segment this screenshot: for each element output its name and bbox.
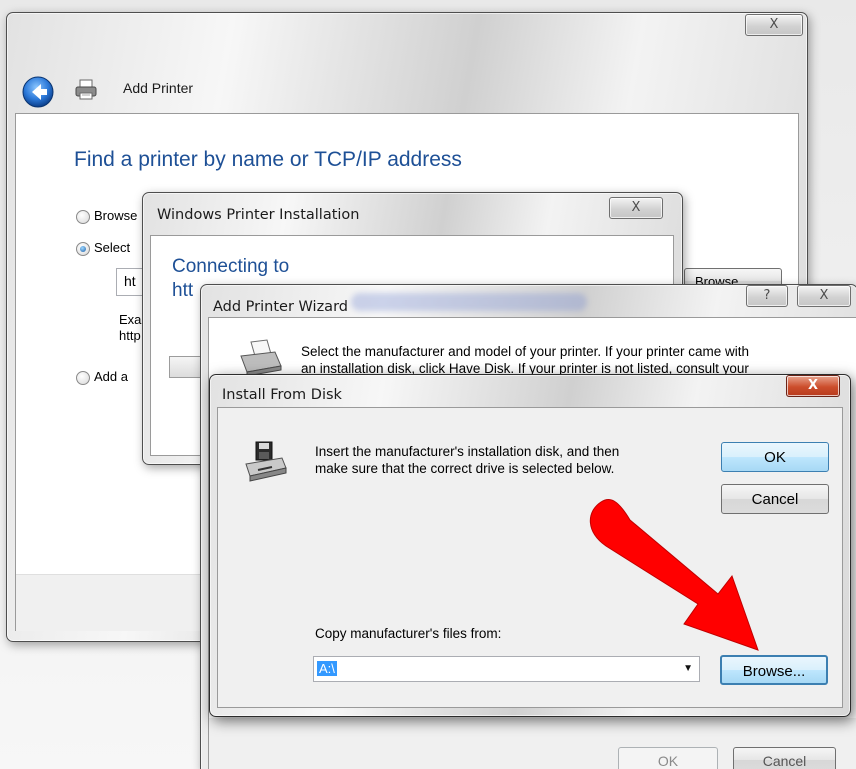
floppy-disk-drive-icon bbox=[242, 440, 288, 482]
page-heading: Find a printer by name or TCP/IP address bbox=[74, 148, 462, 171]
wizard-instruction-line1: Select the manufacturer and model of you… bbox=[301, 344, 749, 359]
wizard-title-blurred-url bbox=[351, 293, 587, 311]
red-arrow-annotation bbox=[580, 486, 780, 666]
printer-icon bbox=[73, 77, 99, 103]
add-printer-close-button[interactable]: X bbox=[745, 14, 803, 36]
copy-from-label: Copy manufacturer's files from: bbox=[315, 626, 502, 641]
printer-installation-close-button[interactable]: X bbox=[609, 197, 663, 219]
source-path-value: A:\ bbox=[317, 661, 337, 676]
radio-browse-label: Browse bbox=[94, 208, 138, 223]
example-url: http bbox=[119, 328, 141, 343]
example-label: Exa bbox=[119, 312, 142, 327]
url-input-value: ht bbox=[124, 273, 136, 289]
wizard-ok-button[interactable]: OK bbox=[618, 747, 718, 769]
wizard-cancel-button[interactable]: Cancel bbox=[733, 747, 836, 769]
wizard-help-button[interactable]: ? bbox=[746, 285, 788, 307]
install-disk-message-line1: Insert the manufacturer's installation d… bbox=[315, 444, 620, 459]
install-disk-close-button[interactable]: X bbox=[786, 375, 840, 397]
radio-add-label: Add a bbox=[94, 369, 128, 384]
radio-browse[interactable] bbox=[76, 210, 90, 224]
screenshot-canvas: X Add Printer Find a printer by name or … bbox=[0, 0, 856, 769]
wizard-title: Add Printer Wizard bbox=[213, 299, 348, 315]
connecting-url: htt bbox=[172, 280, 194, 301]
connecting-label: Connecting to bbox=[172, 256, 290, 277]
radio-add-tcpip[interactable] bbox=[76, 371, 90, 385]
install-disk-message-line2: make sure that the correct drive is sele… bbox=[315, 461, 615, 476]
printer-setup-icon bbox=[237, 338, 283, 378]
back-arrow-icon[interactable] bbox=[22, 76, 54, 108]
install-disk-title: Install From Disk bbox=[222, 387, 342, 403]
radio-select-shared[interactable] bbox=[76, 242, 90, 256]
radio-select-label: Select bbox=[94, 240, 131, 255]
add-printer-title: Add Printer bbox=[123, 80, 194, 96]
printer-installation-title: Windows Printer Installation bbox=[157, 207, 360, 223]
wizard-close-button[interactable]: X bbox=[797, 285, 851, 307]
install-disk-ok-button[interactable]: OK bbox=[721, 442, 829, 472]
